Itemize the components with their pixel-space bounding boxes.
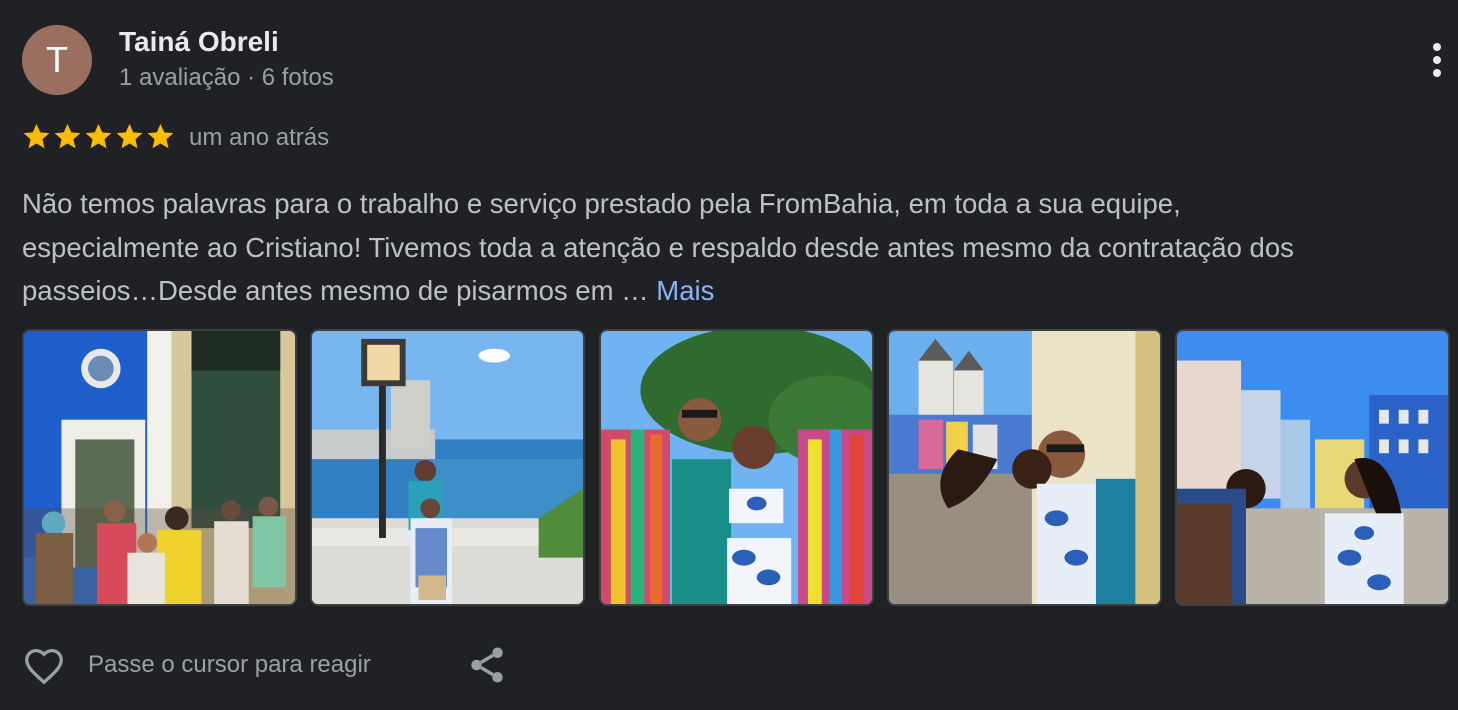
star-icon — [85, 123, 112, 149]
review-text-line: Não temos palavras para o trabalho e ser… — [22, 188, 1181, 219]
reviewer-name[interactable]: Tainá Obreli — [119, 26, 279, 58]
photo-couple-church-kiss[interactable] — [887, 329, 1162, 606]
star-rating — [21, 121, 176, 152]
photo-body-painting-pelourinho[interactable] — [1175, 329, 1450, 606]
more-vert-icon[interactable] — [1418, 38, 1456, 82]
more-dot — [1433, 43, 1441, 51]
star-icon — [54, 123, 81, 149]
star-icon — [147, 123, 174, 149]
reviewer-meta: 1 avaliação · 6 fotos — [119, 64, 334, 91]
photo-colonial-street-group[interactable] — [22, 329, 297, 606]
photo-couple-ribbons[interactable] — [599, 329, 874, 606]
star-icon — [23, 123, 50, 149]
avatar-initial: T — [46, 39, 68, 80]
react-hint-label: Passe o cursor para reagir — [88, 651, 371, 678]
review-text-line: passeios…Desde antes mesmo de pisarmos e… — [22, 269, 1458, 313]
review-text: Não temos palavras para o trabalho e ser… — [22, 182, 1458, 313]
review-text-line: especialmente ao Cristiano! Tivemos toda… — [22, 231, 1294, 263]
review-time: um ano atrás — [189, 124, 330, 151]
more-link[interactable]: Mais — [656, 275, 714, 306]
photo-couple-lamp-post-bay[interactable] — [310, 329, 585, 606]
more-dot — [1433, 69, 1441, 77]
review-text-truncated: passeios…Desde antes mesmo de pisarmos e… — [22, 275, 657, 306]
more-dot — [1433, 56, 1441, 64]
heart-outline-icon[interactable] — [20, 643, 68, 689]
star-icon — [116, 123, 143, 149]
avatar[interactable]: T — [22, 25, 92, 95]
share-icon[interactable] — [466, 644, 508, 686]
